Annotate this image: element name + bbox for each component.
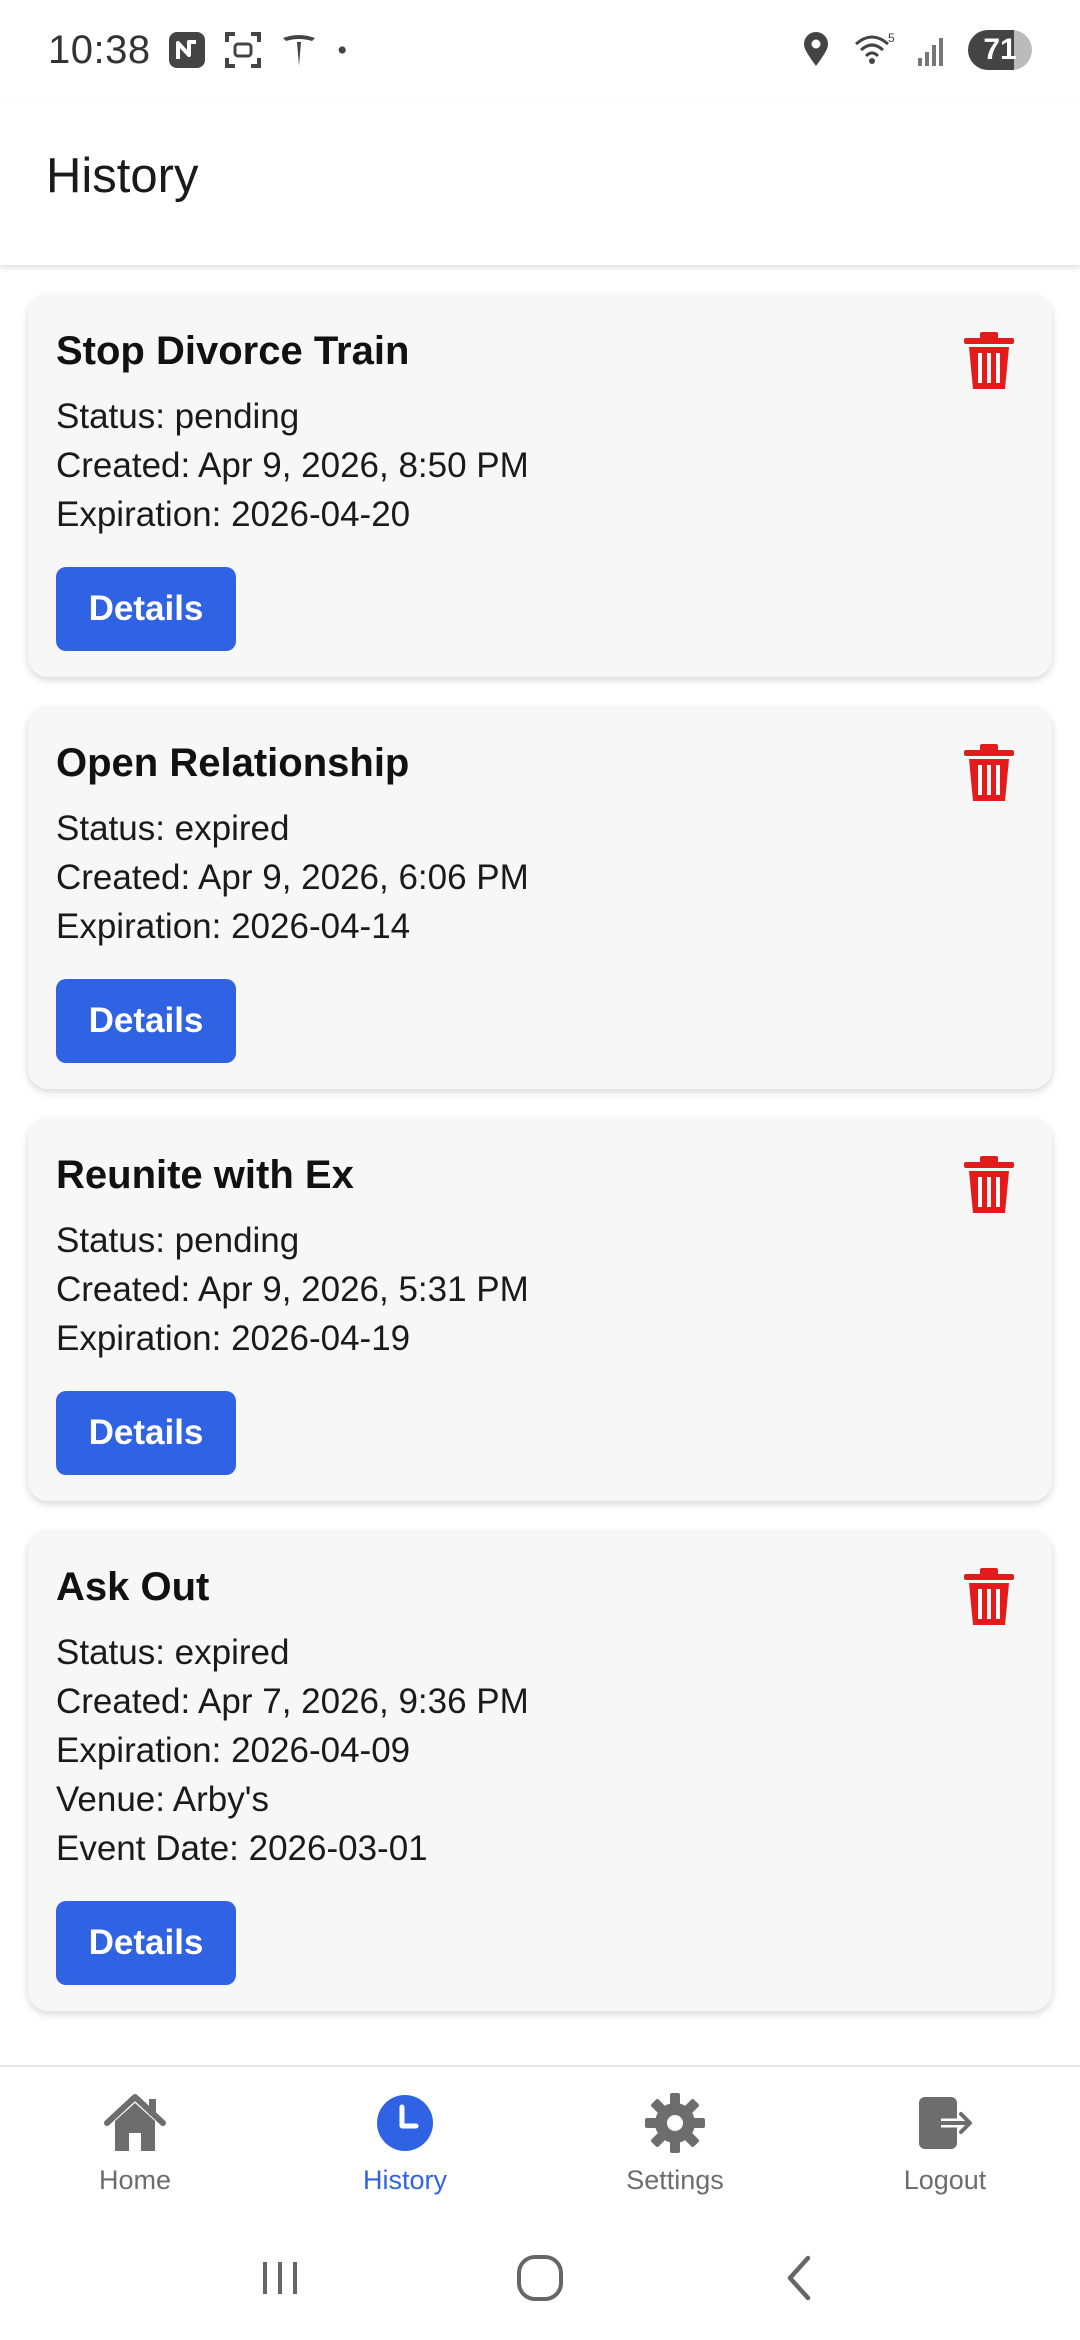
card-status: Status: expired	[56, 809, 290, 848]
nav-item-logout[interactable]: Logout	[810, 2067, 1080, 2217]
history-card: Open Relationship Status: expired Create…	[28, 707, 1052, 1089]
card-status: Status: pending	[56, 1221, 300, 1260]
details-button[interactable]: Details	[56, 567, 236, 651]
card-created: Created: Apr 7, 2026, 9:36 PM	[56, 1682, 529, 1721]
system-nav-bar	[0, 2215, 1080, 2340]
nav-item-home[interactable]: Home	[0, 2067, 270, 2217]
card-created: Created: Apr 9, 2026, 5:31 PM	[56, 1270, 529, 1309]
notification-dot-icon	[338, 46, 346, 54]
status-bar-right: 5 71	[796, 30, 1032, 70]
card-title: Ask Out	[56, 1565, 210, 1609]
screen: 10:38 5 71 History Stop Divorce Train St…	[0, 0, 1080, 2340]
card-created: Created: Apr 9, 2026, 8:50 PM	[56, 446, 529, 485]
signal-icon	[918, 38, 943, 66]
trash-icon[interactable]	[962, 743, 1016, 803]
recent-apps-icon[interactable]	[250, 2248, 310, 2308]
card-status: Status: pending	[56, 397, 300, 436]
nav-item-history[interactable]: History	[270, 2067, 540, 2217]
details-button[interactable]: Details	[56, 979, 236, 1063]
n-app-icon	[168, 32, 205, 68]
app-bar: History	[0, 100, 1080, 265]
status-bar: 10:38 5 71	[0, 0, 1080, 100]
location-icon	[804, 32, 828, 66]
history-list[interactable]: Stop Divorce Train Status: pending Creat…	[0, 265, 1080, 2065]
card-expiration: Expiration: 2026-04-19	[56, 1319, 411, 1358]
gear-icon	[645, 2093, 705, 2153]
nav-item-settings[interactable]: Settings	[540, 2067, 810, 2217]
svg-text:5: 5	[888, 31, 895, 45]
screenshot-icon	[224, 32, 261, 68]
nav-label: Home	[98, 2165, 172, 2195]
battery-icon: 71	[968, 30, 1032, 70]
history-card: Ask Out Status: expired Created: Apr 7, …	[28, 1531, 1052, 2011]
card-title: Reunite with Ex	[56, 1153, 354, 1197]
card-expiration: Expiration: 2026-04-09	[56, 1731, 411, 1770]
home-button-icon[interactable]	[510, 2248, 570, 2308]
card-expiration: Expiration: 2026-04-20	[56, 495, 411, 534]
details-button[interactable]: Details	[56, 1901, 236, 1985]
card-expiration: Expiration: 2026-04-14	[56, 907, 411, 946]
card-title: Stop Divorce Train	[56, 329, 410, 373]
nav-label: History	[362, 2165, 447, 2195]
history-card: Reunite with Ex Status: pending Created:…	[28, 1119, 1052, 1501]
clock-icon	[377, 2095, 433, 2151]
status-bar-left: 10:38	[48, 28, 359, 73]
tesla-icon	[282, 35, 315, 66]
trash-icon[interactable]	[962, 331, 1016, 391]
details-button[interactable]: Details	[56, 1391, 236, 1475]
card-event-date: Event Date: 2026-03-01	[56, 1829, 428, 1868]
card-status: Status: expired	[56, 1633, 290, 1672]
logout-icon	[919, 2097, 972, 2149]
page-title: History	[46, 149, 199, 203]
home-icon	[104, 2094, 166, 2151]
card-venue: Venue: Arby's	[56, 1780, 269, 1819]
history-card: Stop Divorce Train Status: pending Creat…	[28, 295, 1052, 677]
back-icon[interactable]	[770, 2248, 830, 2308]
nav-label: Settings	[626, 2165, 724, 2195]
status-time: 10:38	[48, 27, 151, 72]
card-created: Created: Apr 9, 2026, 6:06 PM	[56, 858, 529, 897]
card-title: Open Relationship	[56, 741, 410, 785]
trash-icon[interactable]	[962, 1155, 1016, 1215]
wifi-icon: 5	[855, 31, 895, 64]
nav-label: Logout	[903, 2165, 987, 2195]
trash-icon[interactable]	[962, 1567, 1016, 1627]
bottom-nav: Home History Settings Logout	[0, 2065, 1080, 2217]
